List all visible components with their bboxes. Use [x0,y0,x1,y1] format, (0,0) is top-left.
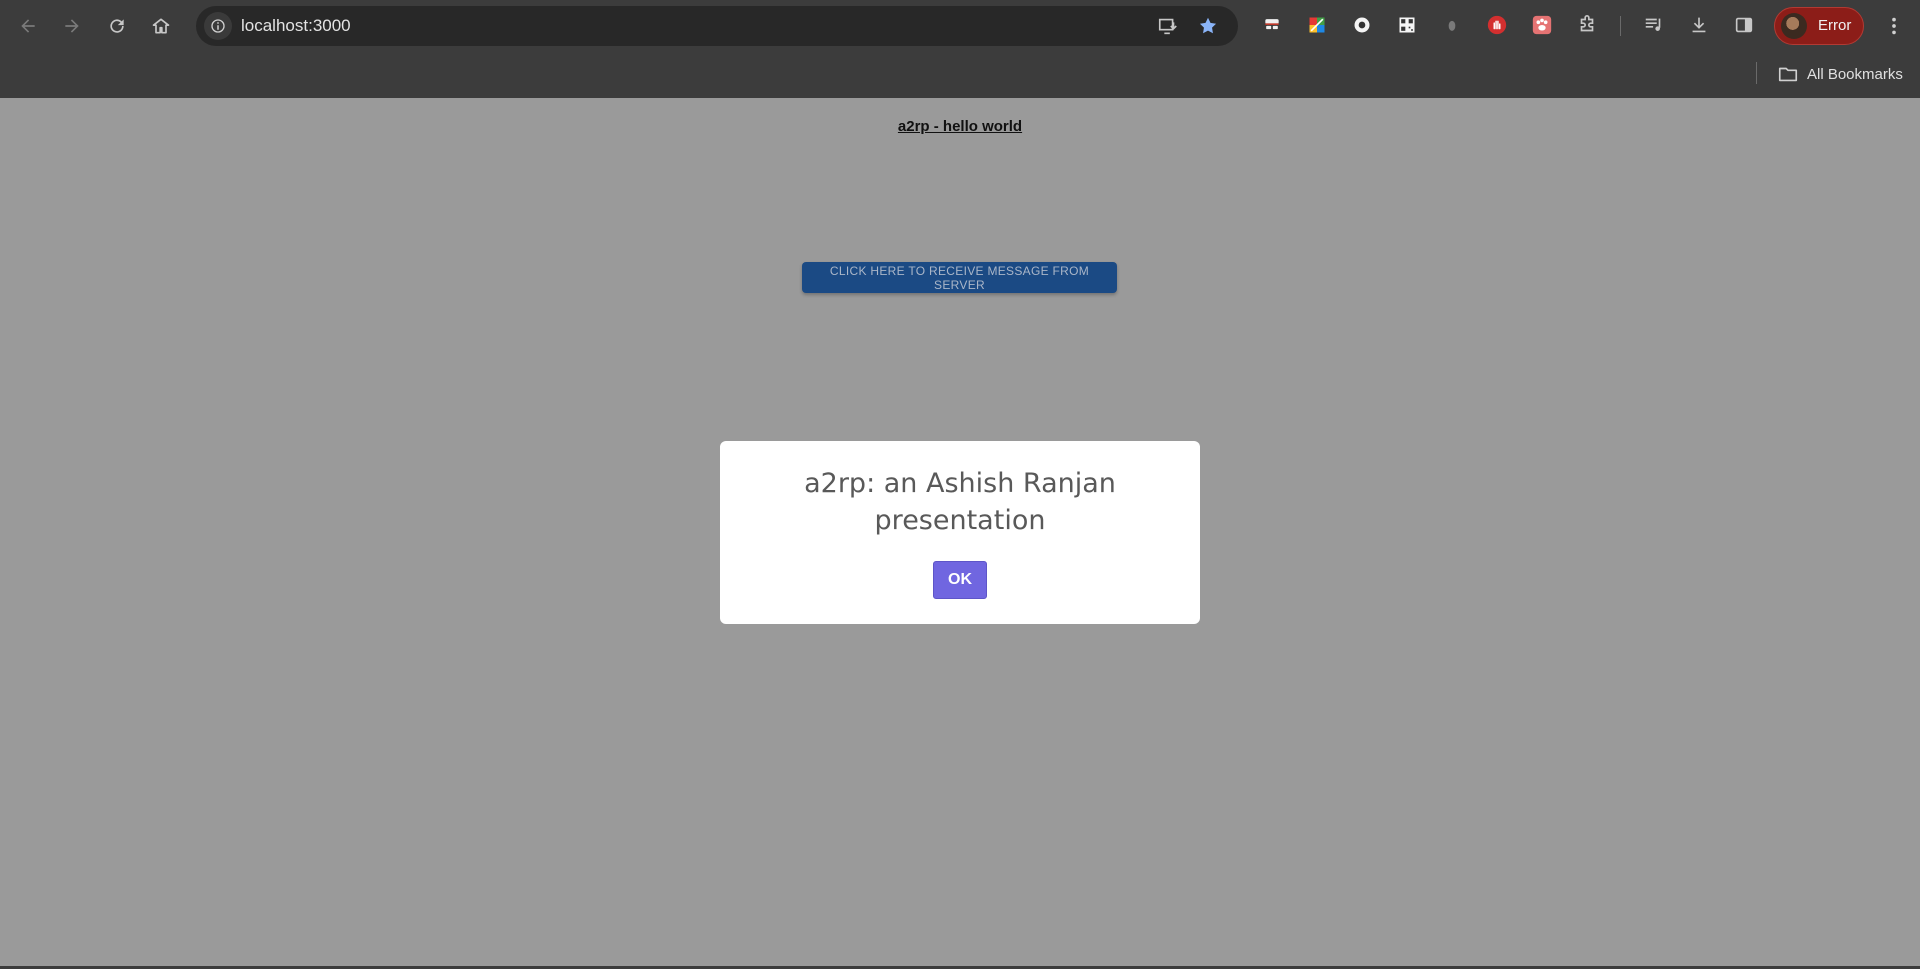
toolbar-divider [1620,16,1621,36]
info-icon [211,19,225,33]
address-bar[interactable]: localhost:3000 [196,6,1238,46]
reload-button[interactable] [101,10,133,42]
extension-paw-icon[interactable] [1529,12,1555,38]
extension-circle-icon[interactable] [1349,12,1375,38]
star-icon [1199,17,1217,34]
extension-incognito-icon[interactable] [1259,12,1285,38]
extension-qr-code-icon[interactable] [1394,12,1420,38]
forward-button[interactable] [56,10,88,42]
bookmarks-divider [1756,62,1757,84]
all-bookmarks-button[interactable]: All Bookmarks [1777,62,1903,86]
bookmarks-bar: All Bookmarks [0,52,1920,98]
side-panel-button[interactable] [1731,12,1757,38]
browser-window: localhost:3000 Error All Bookmarks a2rp … [0,0,1920,969]
download-icon [1692,17,1706,33]
side-panel-icon [1735,17,1753,33]
profile-label: Error [1818,17,1852,34]
kebab-menu-icon [1892,17,1896,35]
reload-icon [110,19,124,33]
site-info-button[interactable] [204,12,232,40]
avatar [1781,13,1807,39]
bookmark-star-button[interactable] [1196,14,1220,38]
ok-button[interactable]: OK [933,561,987,599]
back-button[interactable] [12,10,44,42]
folder-icon [1778,67,1798,82]
dialog-title: a2rp: an Ashish Ranjan presentation [804,468,1116,536]
media-controls-button[interactable] [1641,12,1667,38]
page-content: a2rp - hello world CLICK HERE TO RECEIVE… [0,98,1920,969]
install-app-icon [1158,18,1177,35]
extension-color-picker-icon[interactable] [1304,12,1330,38]
browser-toolbar: localhost:3000 Error [0,0,1920,52]
extension-gray-blob-icon[interactable] [1439,12,1465,38]
arrow-right-icon [65,19,79,33]
downloads-button[interactable] [1686,12,1712,38]
page-title: a2rp - hello world [897,118,1023,135]
extensions-puzzle-button[interactable] [1574,12,1600,38]
all-bookmarks-label: All Bookmarks [1807,65,1903,83]
puzzle-icon [1580,15,1594,32]
alert-dialog: a2rp: an Ashish Ranjan presentation OK [720,441,1200,624]
home-button[interactable] [145,10,177,42]
profile-button[interactable]: Error [1774,7,1864,45]
home-icon [152,18,170,34]
browser-menu-button[interactable] [1882,12,1906,40]
arrow-left-icon [21,19,35,33]
music-queue-icon [1645,18,1661,31]
url-text[interactable]: localhost:3000 [241,16,351,36]
install-app-button[interactable] [1156,14,1180,38]
extension-hand-stop-icon[interactable] [1484,12,1510,38]
receive-message-button[interactable]: CLICK HERE TO RECEIVE MESSAGE FROM SERVE… [802,262,1117,293]
